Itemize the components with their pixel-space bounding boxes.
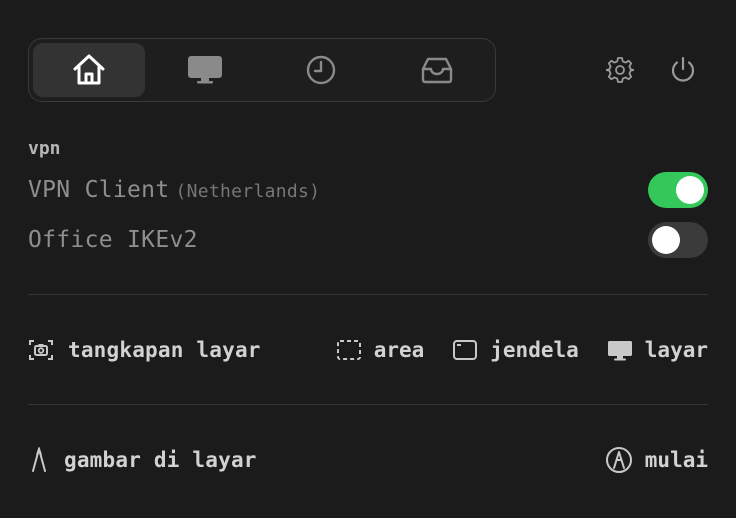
draw-action[interactable]: gambar di layar: [28, 447, 257, 473]
screenshot-screen-button[interactable]: layar: [607, 338, 708, 362]
screenshot-action[interactable]: tangkapan layar: [28, 338, 261, 362]
toggle-knob: [676, 176, 704, 204]
monitor-icon: [188, 56, 222, 84]
camera-icon: [29, 340, 53, 360]
power-icon: [671, 56, 695, 82]
vpn-office-toggle[interactable]: [648, 222, 708, 258]
tab-inbox[interactable]: [381, 43, 493, 97]
screenshot-label: tangkapan layar: [68, 338, 261, 362]
pen-icon: [32, 447, 46, 472]
home-icon: [73, 54, 105, 85]
power-button[interactable]: [665, 52, 701, 88]
vpn-client-location: (Netherlands): [175, 181, 321, 202]
gear-icon: [606, 57, 634, 83]
vpn-client-toggle[interactable]: [648, 172, 708, 208]
window-label: jendela: [490, 338, 579, 362]
divider: [28, 294, 708, 295]
screenshot-row: tangkapan layar area jendela layar: [28, 330, 708, 370]
screenshot-area-button[interactable]: area: [336, 338, 425, 362]
tab-display[interactable]: [149, 43, 261, 97]
area-label: area: [373, 338, 425, 362]
monitor-icon: [607, 341, 632, 361]
toggle-knob: [652, 226, 680, 254]
settings-button[interactable]: [602, 52, 638, 88]
screen-label: layar: [644, 338, 708, 362]
tab-home[interactable]: [33, 43, 145, 97]
tab-bar: [28, 38, 496, 102]
vpn-client-label: VPN Client: [28, 177, 170, 203]
dashed-rect-icon: [336, 340, 361, 360]
window-icon: [453, 340, 478, 360]
vpn-row-client: VPN Client (Netherlands): [28, 172, 708, 208]
vpn-section-title: vpn: [28, 138, 61, 159]
control-panel: vpn VPN Client (Netherlands) Office IKEv2…: [0, 0, 736, 518]
screenshot-window-button[interactable]: jendela: [452, 338, 579, 362]
vpn-office-label: Office IKEv2: [28, 227, 198, 253]
draw-row: gambar di layar mulai: [28, 440, 708, 480]
start-label: mulai: [644, 448, 708, 472]
pen-circle-icon: [605, 447, 632, 473]
draw-label: gambar di layar: [64, 448, 257, 472]
inbox-icon: [421, 57, 453, 84]
divider: [28, 404, 708, 405]
clock-icon: [306, 55, 336, 85]
draw-start-button[interactable]: mulai: [605, 446, 708, 474]
tab-history[interactable]: [265, 43, 377, 97]
vpn-row-office: Office IKEv2: [28, 222, 708, 258]
